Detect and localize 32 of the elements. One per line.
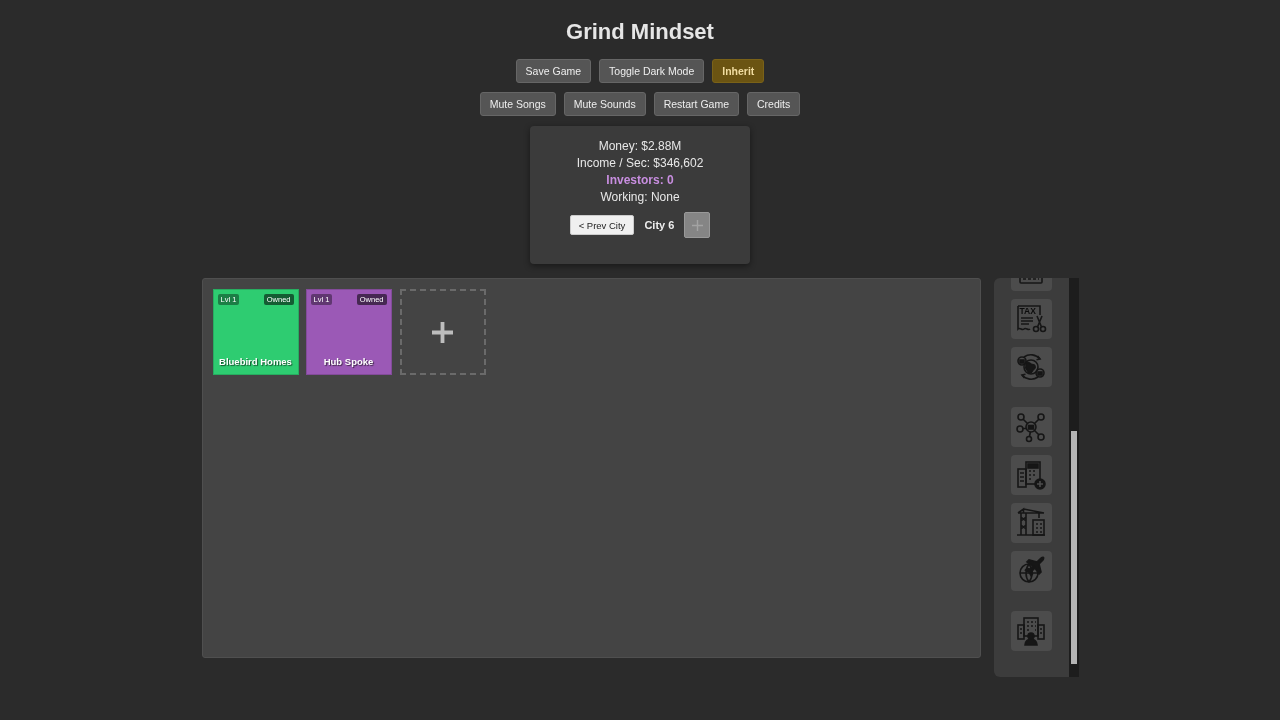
plus-icon [691,219,703,231]
toolbar-button[interactable]: Mute Songs [479,92,556,116]
tool-tile[interactable] [1010,455,1052,495]
toolbar-button[interactable]: Restart Game [653,92,739,116]
building-name: Hub Spoke [323,356,374,367]
tool-tile[interactable] [1010,551,1052,591]
tool-tile[interactable] [1010,407,1052,447]
tool-tile[interactable] [1010,611,1052,651]
stat-text: Money: $2.88M [598,138,682,155]
toolbar-button[interactable]: Credits [747,92,801,116]
game-title: Grind Mindset [566,19,714,45]
scrollbar-thumb[interactable] [1070,431,1077,664]
toolbar-button[interactable]: Toggle Dark Mode [599,59,705,83]
tool-tile[interactable] [1010,347,1052,387]
stat-text: Income / Sec: $346,602 [576,155,704,172]
tool-tile[interactable] [1010,503,1052,543]
toolbar-button[interactable]: Mute Sounds [563,92,646,116]
scrollbar[interactable] [1068,278,1079,677]
toolbar-button[interactable]: Inherit [712,59,765,83]
network-icon [1015,411,1047,443]
prev-city-button[interactable]: < Prev City [569,215,635,235]
crane-building-icon [1015,507,1047,539]
building-calculator-icon [1015,459,1047,491]
add-building-slot[interactable] [399,289,486,375]
investors-text: Investors: 0 [606,172,674,189]
stat-text: Working: None [600,189,680,206]
building-name: Bluebird Homes [219,356,292,367]
globe-arrows-icon [1015,351,1047,383]
city-label: City 6 [644,219,675,231]
office-building-person-icon [1015,615,1047,647]
add-icon [432,321,453,343]
toolbar-button[interactable]: Save Game [515,59,592,83]
